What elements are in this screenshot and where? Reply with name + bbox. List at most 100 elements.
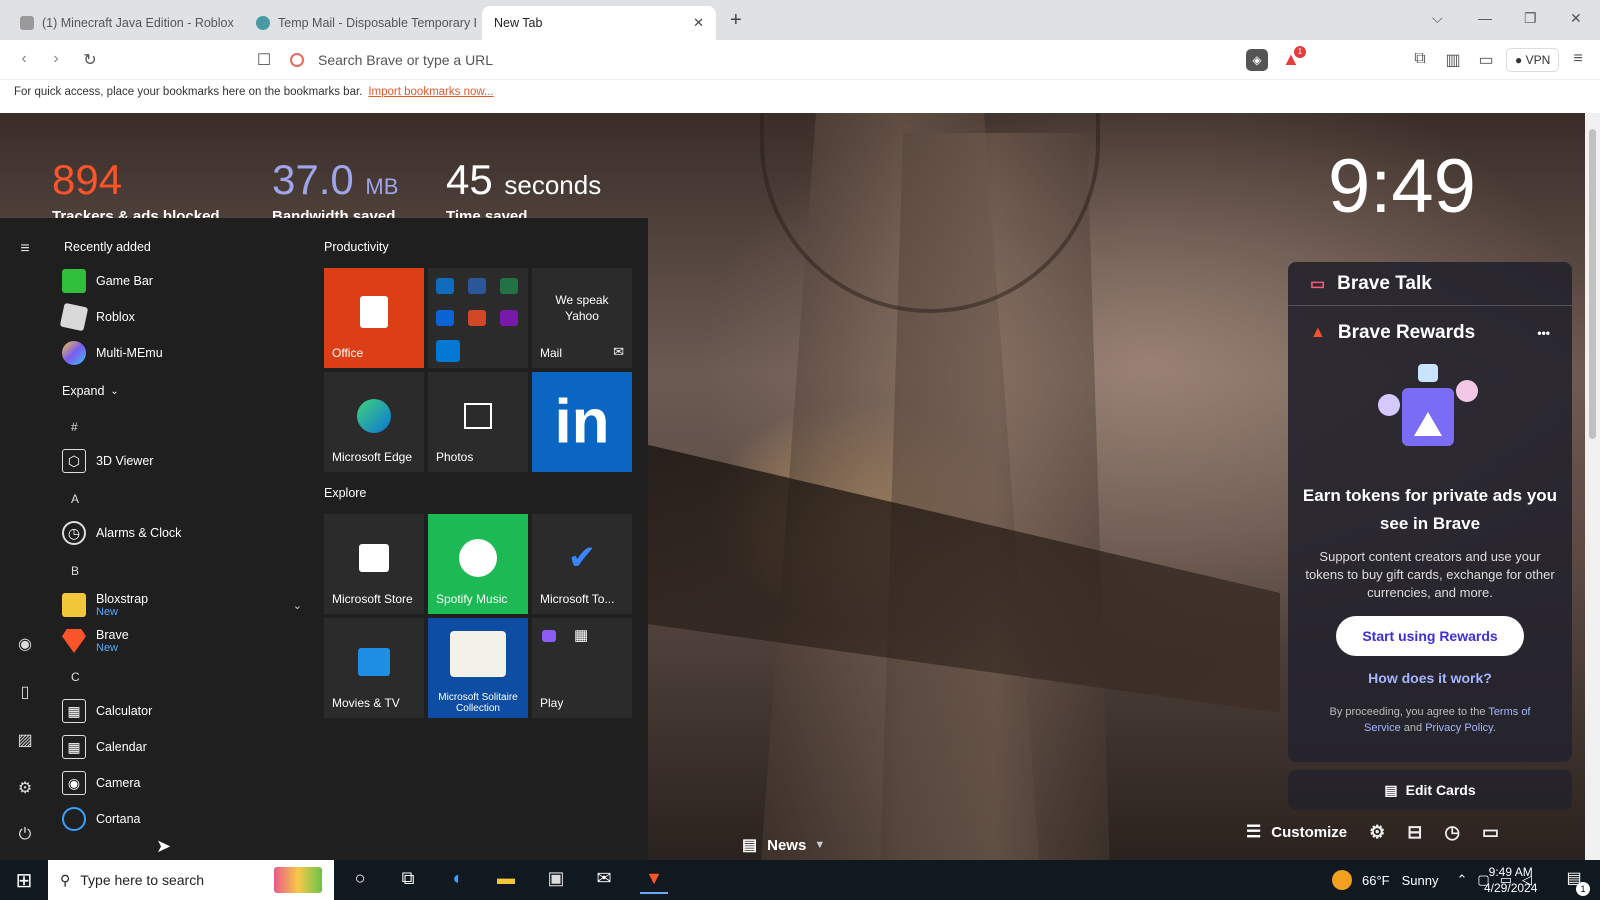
- bookmark-icon[interactable]: ☐: [254, 50, 274, 70]
- calculator-mini-icon: ▦: [574, 627, 589, 644]
- app-3d-viewer[interactable]: ⬡ 3D Viewer: [62, 446, 153, 476]
- app-game-bar[interactable]: Game Bar: [62, 266, 153, 296]
- more-options-icon[interactable]: •••: [1537, 326, 1550, 340]
- import-bookmarks-link[interactable]: Import bookmarks now...: [368, 86, 493, 98]
- customize-button[interactable]: Customize: [1271, 824, 1347, 841]
- tile-spotify[interactable]: Spotify Music: [428, 514, 528, 614]
- file-explorer-icon[interactable]: ▬: [492, 868, 520, 894]
- taskbar-search[interactable]: ⚲ Type here to search: [48, 860, 334, 900]
- pictures-icon[interactable]: ▨: [14, 730, 36, 752]
- tile-office-apps[interactable]: [428, 268, 528, 368]
- chevron-up-icon[interactable]: ⌃: [1457, 872, 1468, 888]
- app-camera[interactable]: ◉ Camera: [62, 768, 140, 798]
- privacy-policy-link[interactable]: Privacy Policy: [1425, 722, 1493, 734]
- memu-icon: [62, 341, 86, 365]
- page-scrollbar[interactable]: [1585, 113, 1600, 860]
- bandwidth-label: Bandwidth saved: [272, 208, 396, 218]
- letter-header[interactable]: B: [71, 564, 79, 578]
- windows-start-icon[interactable]: ⊞: [10, 868, 38, 894]
- play-app-icon: [542, 630, 556, 642]
- tab-search-chevron-icon[interactable]: ⌵: [1432, 10, 1443, 27]
- power-icon[interactable]: ⏻: [14, 826, 36, 848]
- tile-movies[interactable]: Movies & TV: [324, 618, 424, 718]
- bubble-icon: [1378, 394, 1400, 416]
- restore-icon[interactable]: ❐: [1524, 10, 1537, 27]
- tab-new-tab[interactable]: New Tab ✕: [482, 6, 716, 40]
- talk-icon[interactable]: ▭: [1482, 822, 1499, 843]
- chevron-down-icon: ⌄: [110, 385, 119, 397]
- app-roblox[interactable]: Roblox: [59, 302, 135, 332]
- app-alarms-clock[interactable]: ◷ Alarms & Clock: [62, 518, 181, 548]
- app-multi-memu[interactable]: Multi-MEmu: [62, 338, 163, 368]
- customize-icon[interactable]: ☰: [1246, 822, 1261, 842]
- history-icon[interactable]: ◷: [1444, 822, 1460, 843]
- hamburger-icon[interactable]: ≡: [14, 240, 36, 262]
- close-tab-icon[interactable]: ✕: [693, 15, 704, 31]
- weather-sun-icon[interactable]: [1332, 870, 1353, 890]
- app-brave[interactable]: Brave New: [62, 626, 129, 656]
- start-using-rewards-button[interactable]: Start using Rewards: [1336, 616, 1524, 656]
- folder-icon: [62, 593, 86, 617]
- tile-solitaire[interactable]: Microsoft Solitaire Collection: [428, 618, 528, 718]
- documents-icon[interactable]: ▯: [14, 682, 36, 704]
- tile-edge[interactable]: Microsoft Edge: [324, 372, 424, 472]
- weather-desc[interactable]: Sunny: [1402, 873, 1439, 888]
- mail-taskbar-icon[interactable]: ✉: [590, 868, 618, 894]
- news-button[interactable]: ▤ News ▼: [742, 835, 825, 855]
- tile-label: Office: [332, 346, 364, 360]
- tile-office[interactable]: Office: [324, 268, 424, 368]
- expand-button[interactable]: Expand ⌄: [62, 376, 119, 406]
- app-calculator[interactable]: ▦ Calculator: [62, 696, 152, 726]
- minimize-icon[interactable]: —: [1478, 10, 1492, 26]
- forward-icon[interactable]: ›: [46, 50, 66, 68]
- close-window-icon[interactable]: ✕: [1570, 10, 1582, 27]
- settings-icon[interactable]: ⚙: [1369, 822, 1385, 843]
- app-name: 3D Viewer: [96, 454, 154, 468]
- letter-header[interactable]: #: [71, 420, 78, 434]
- tab-temp-mail[interactable]: Temp Mail - Disposable Temporary E: [244, 6, 476, 40]
- user-icon[interactable]: ◉: [14, 634, 36, 656]
- cortana-circle-icon[interactable]: ○: [346, 868, 374, 894]
- tile-photos[interactable]: Photos: [428, 372, 528, 472]
- store-taskbar-icon[interactable]: ▣: [542, 868, 570, 894]
- tab-minecraft[interactable]: (1) Minecraft Java Edition - Roblox: [8, 6, 236, 40]
- reload-icon[interactable]: ↻: [80, 50, 100, 70]
- extensions-icon[interactable]: ⧉: [1410, 50, 1430, 68]
- weather-temp[interactable]: 66°F: [1362, 873, 1390, 888]
- how-does-it-work-link[interactable]: How does it work?: [1288, 670, 1572, 686]
- brave-talk-title: Brave Talk: [1337, 272, 1432, 294]
- app-cortana[interactable]: Cortana: [62, 804, 140, 834]
- app-bloxstrap[interactable]: Bloxstrap New ⌄: [62, 590, 302, 620]
- productivity-heading: Productivity: [324, 240, 389, 254]
- news-icon: ▤: [742, 837, 758, 854]
- taskbar-clock[interactable]: 9:49 AM 4/29/2024: [1484, 864, 1537, 896]
- tile-mail[interactable]: We speak Yahoo Mail ✉: [532, 268, 632, 368]
- brave-taskbar-icon[interactable]: ▼: [640, 868, 668, 894]
- vpn-button[interactable]: ● VPN: [1506, 48, 1560, 72]
- letter-header[interactable]: A: [71, 492, 79, 506]
- tile-play[interactable]: ▦ Play: [532, 618, 632, 718]
- brave-shields-icon[interactable]: ◈: [1246, 49, 1268, 71]
- trackers-value: 894: [52, 156, 123, 203]
- letter-header[interactable]: C: [71, 670, 80, 684]
- address-bar[interactable]: Search Brave or type a URL: [290, 47, 1240, 73]
- app-calendar[interactable]: ▦ Calendar: [62, 732, 147, 762]
- task-view-icon[interactable]: ⧉: [394, 868, 422, 894]
- menu-icon[interactable]: ≡: [1568, 50, 1588, 68]
- brave-talk-card[interactable]: ▭ Brave Talk: [1288, 262, 1572, 306]
- excel-icon: [500, 278, 518, 294]
- sidebar-icon[interactable]: ▥: [1443, 50, 1463, 70]
- tile-linkedin[interactable]: in: [532, 372, 632, 472]
- back-icon[interactable]: ‹: [14, 50, 34, 68]
- settings-gear-icon[interactable]: ⚙: [14, 778, 36, 800]
- 3d-viewer-icon: ⬡: [62, 449, 86, 473]
- edge-taskbar-icon[interactable]: ◐: [444, 868, 472, 894]
- edit-cards-button[interactable]: ▤ Edit Cards: [1288, 770, 1572, 810]
- wallet-icon[interactable]: ▭: [1476, 50, 1496, 70]
- tile-label: Movies & TV: [332, 696, 400, 710]
- bookmarks-icon[interactable]: ⊟: [1407, 822, 1422, 843]
- scrollbar-thumb[interactable]: [1589, 129, 1596, 439]
- tile-store[interactable]: Microsoft Store: [324, 514, 424, 614]
- new-tab-button[interactable]: +: [730, 9, 742, 32]
- tile-todo[interactable]: ✔ Microsoft To...: [532, 514, 632, 614]
